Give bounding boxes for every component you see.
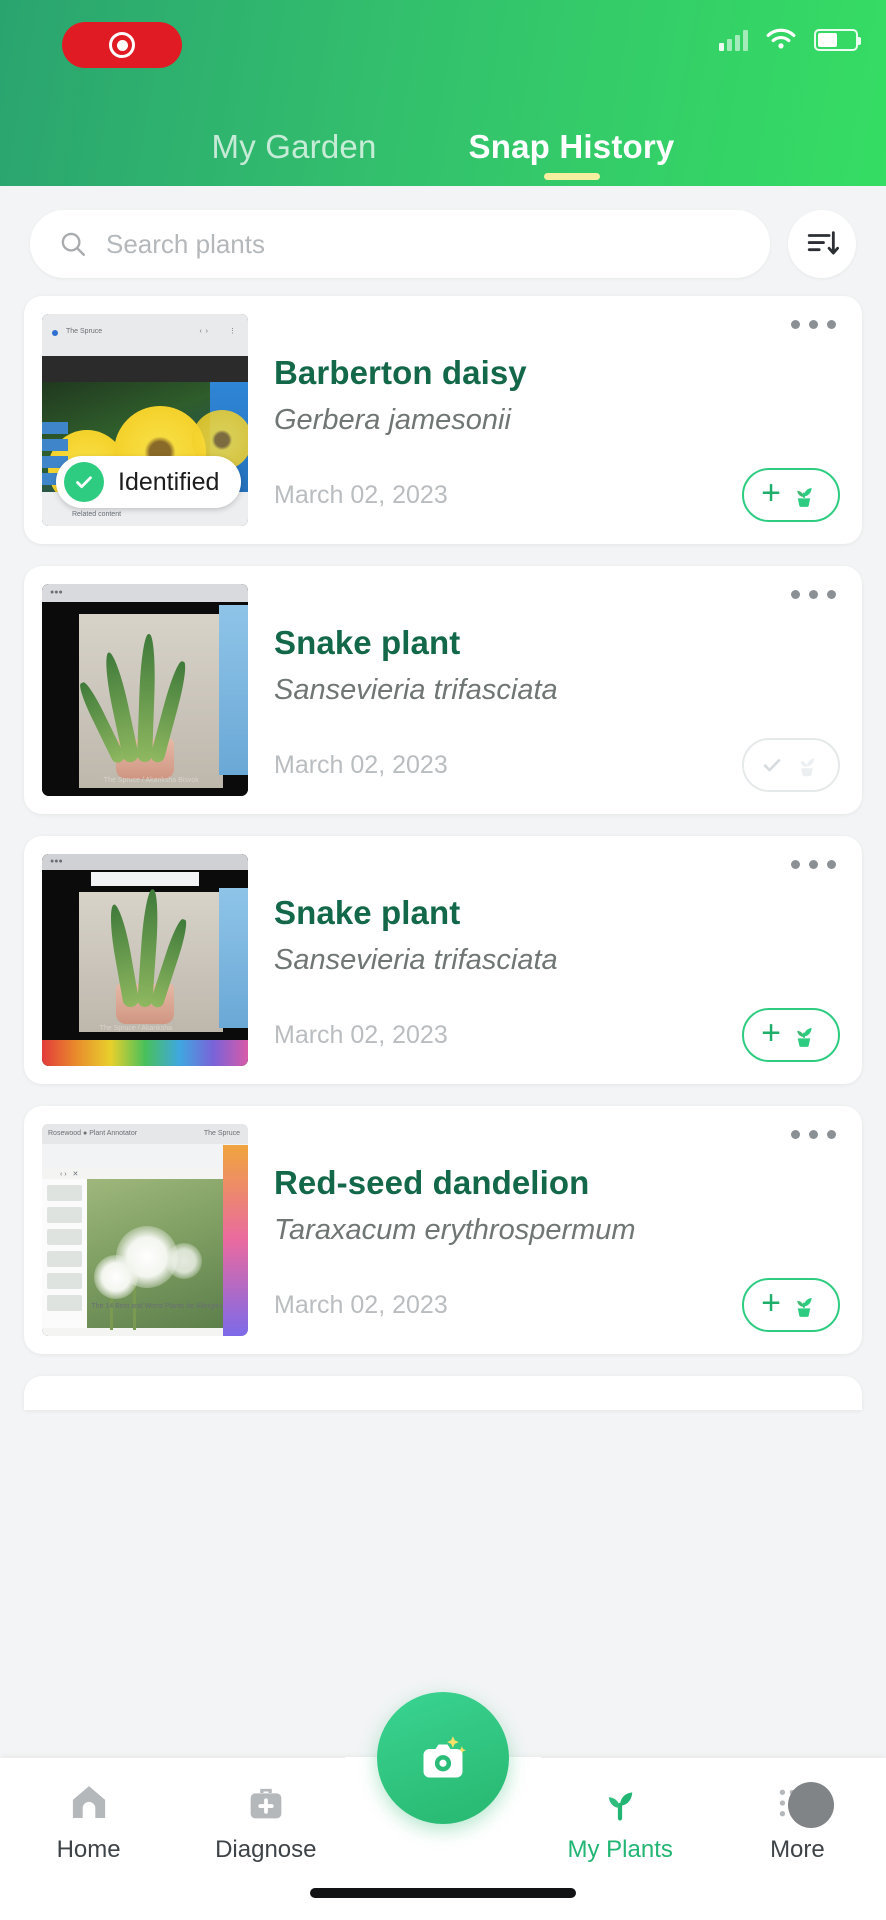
tab-snap-history-label: Snap History — [468, 128, 675, 165]
add-to-garden-button[interactable]: + — [742, 1008, 840, 1062]
more-options-icon[interactable] — [791, 1130, 836, 1139]
add-to-garden-button[interactable]: + — [742, 468, 840, 522]
table-row[interactable]: Rosewood ● Plant Annotator The Spruce ‹ … — [24, 1106, 862, 1354]
nav-item-diagnose[interactable]: Diagnose — [177, 1780, 354, 1864]
nav-item-diagnose-label: Diagnose — [215, 1836, 317, 1863]
search-placeholder: Search plants — [106, 228, 265, 259]
search-row: Search plants — [0, 186, 886, 296]
add-plant-plus-label: + — [761, 1284, 781, 1322]
wifi-icon — [766, 28, 796, 49]
more-options-icon[interactable] — [791, 320, 836, 329]
battery-icon — [814, 29, 861, 51]
add-plant-plus-label: + — [761, 474, 781, 512]
touch-cursor — [788, 1782, 834, 1828]
plant-name: Snake plant — [274, 624, 461, 661]
plant-thumbnail[interactable]: ●●● The Spruce / Akanksha — [42, 854, 248, 1066]
snap-date: March 02, 2023 — [274, 481, 448, 509]
snap-history-list: The Spruce ‹ › ⋮ Related content Identif… — [0, 296, 886, 1410]
potted-seedling-icon — [797, 1298, 812, 1317]
snap-date: March 02, 2023 — [274, 751, 448, 779]
home-icon — [72, 1786, 105, 1818]
sprout-icon — [609, 1792, 633, 1821]
nav-item-my-plants[interactable]: My Plants — [532, 1780, 709, 1864]
tab-my-garden[interactable]: My Garden — [212, 128, 377, 180]
check-icon — [763, 759, 781, 772]
camera-icon — [423, 1736, 466, 1778]
home-indicator — [310, 1888, 576, 1898]
more-options-icon[interactable] — [791, 860, 836, 869]
search-input[interactable]: Search plants — [30, 210, 770, 278]
snap-date: March 02, 2023 — [274, 1291, 448, 1319]
cellular-signal-icon — [719, 29, 748, 51]
camera-button[interactable] — [377, 1692, 509, 1824]
sort-descending-icon — [807, 231, 839, 255]
table-row[interactable]: ●●● The Spruce / Akanksha Bisvok Snake p… — [24, 566, 862, 814]
plant-scientific-name: Taraxacum erythrospermum — [274, 1214, 636, 1246]
nav-item-home-label: Home — [56, 1836, 121, 1863]
bottom-navigation: Home Diagnose My Plants More — [0, 1692, 886, 1920]
search-icon — [61, 232, 85, 256]
add-to-garden-button[interactable]: + — [742, 1278, 840, 1332]
nav-item-more-label: More — [770, 1836, 825, 1863]
check-circle-icon — [64, 462, 104, 502]
table-row[interactable]: The Spruce ‹ › ⋮ Related content Identif… — [24, 296, 862, 544]
nav-item-home[interactable]: Home — [0, 1780, 177, 1864]
potted-seedling-icon — [797, 1028, 812, 1047]
plant-name: Barberton daisy — [274, 354, 527, 391]
sort-button[interactable] — [788, 210, 856, 278]
nav-item-my-plants-label: My Plants — [567, 1836, 673, 1863]
potted-seedling-icon — [800, 758, 815, 777]
add-to-garden-button[interactable] — [742, 738, 840, 792]
tab-my-garden-label: My Garden — [211, 128, 377, 165]
more-options-icon[interactable] — [791, 590, 836, 599]
record-dot-icon — [109, 32, 135, 58]
plant-scientific-name: Sansevieria trifasciata — [274, 674, 558, 706]
active-tab-underline — [543, 173, 600, 180]
table-row[interactable]: ●●● The Spruce / Akanksha Snake plant Sa… — [24, 836, 862, 1084]
plant-name: Snake plant — [274, 894, 461, 931]
status-badge: Identified — [56, 456, 242, 508]
status-bar — [0, 0, 886, 96]
plant-name: Red-seed dandelion — [274, 1164, 590, 1201]
recording-pill — [62, 22, 182, 68]
app-header: My Garden Snap History — [0, 0, 886, 186]
app-screen: My Garden Snap History Search plants The… — [0, 0, 886, 1920]
plant-thumbnail[interactable]: ●●● The Spruce / Akanksha Bisvok — [42, 584, 248, 796]
medical-bag-icon — [250, 1788, 282, 1819]
header-tabs: My Garden Snap History — [0, 96, 886, 186]
plant-thumbnail[interactable]: Rosewood ● Plant Annotator The Spruce ‹ … — [42, 1124, 248, 1336]
plant-scientific-name: Gerbera jamesonii — [274, 404, 511, 436]
snap-date: March 02, 2023 — [274, 1021, 448, 1049]
status-badge-label: Identified — [118, 467, 220, 496]
plant-scientific-name: Sansevieria trifasciata — [274, 944, 558, 976]
add-plant-plus-label: + — [761, 1014, 781, 1052]
table-row-partial[interactable] — [24, 1376, 862, 1410]
potted-seedling-icon — [797, 488, 812, 507]
tab-snap-history[interactable]: Snap History — [469, 128, 675, 180]
